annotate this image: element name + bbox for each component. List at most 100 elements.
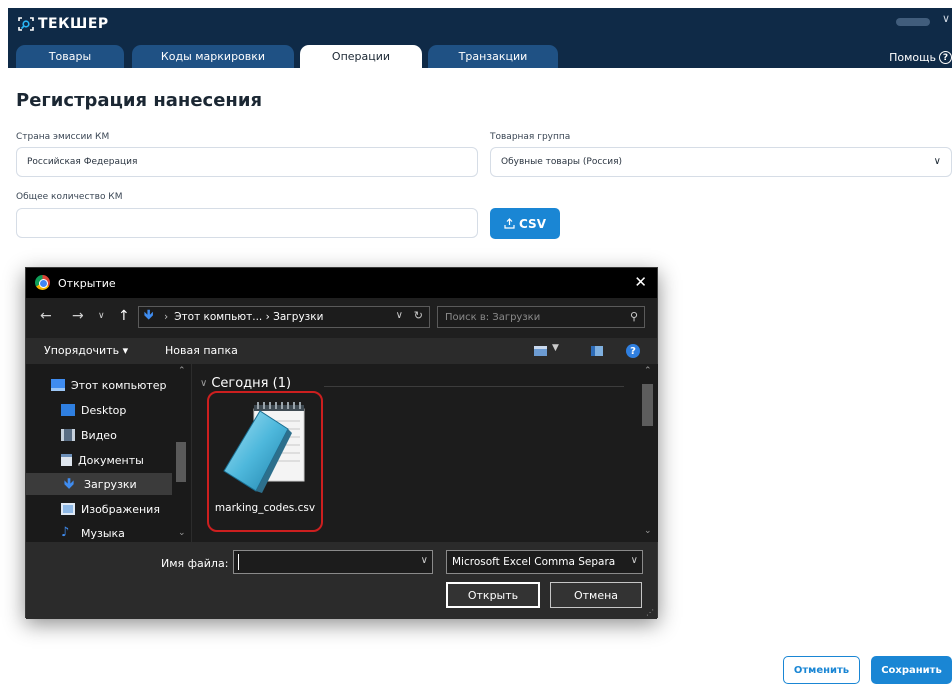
filetype-select[interactable]: Microsoft Excel Comma Separa ∨ [446, 550, 643, 574]
user-menu[interactable] [896, 18, 930, 26]
download-arrow-icon: 🡻 [144, 308, 154, 323]
scrollbar-thumb[interactable] [642, 384, 653, 426]
sidebar-item-music[interactable]: ♪ Музыка [61, 522, 125, 542]
forward-arrow-icon[interactable]: → [72, 308, 84, 324]
chevron-down-icon[interactable]: ∨ [421, 555, 428, 566]
product-group-select[interactable]: Обувные товары (Россия) ∨ [490, 147, 952, 177]
page-title: Регистрация нанесения [16, 90, 263, 111]
desktop-folder-icon [61, 404, 75, 416]
breadcrumb-separator: › [164, 311, 169, 323]
chrome-icon [35, 275, 50, 290]
file-open-dialog: Открытие ✕ ← → ∨ ↑ 🡻 › Этот компьют... ›… [25, 267, 658, 619]
chevron-down-icon: ∨ [933, 156, 941, 167]
recent-chevron-icon[interactable]: ∨ [98, 311, 105, 321]
sidebar-item-documents[interactable]: Документы [61, 449, 144, 471]
up-arrow-icon[interactable]: ↑ [118, 308, 130, 324]
help-label: Помощь [889, 51, 936, 64]
navigation-pane: Этот компьютер Desktop Видео Документы 🡻… [26, 364, 192, 542]
close-icon[interactable]: ✕ [634, 273, 647, 291]
scroll-down-icon[interactable]: ⌄ [644, 526, 652, 536]
sidebar-item-label: Документы [78, 453, 144, 467]
question-circle-icon: ? [939, 51, 952, 64]
sidebar-item-label: Desktop [81, 403, 127, 417]
notepad-file-icon [223, 402, 305, 493]
tab-transactions[interactable]: Транзакции [428, 45, 558, 68]
search-input[interactable]: Поиск в: Загрузки ⚲ [437, 306, 645, 328]
sidebar-item-label: Загрузки [84, 477, 137, 491]
logo-text: ТЕКШЕР [38, 16, 109, 32]
save-button[interactable]: Сохранить [871, 656, 952, 684]
csv-button-label: CSV [519, 216, 546, 231]
tab-label: Операции [331, 50, 391, 63]
sidebar-item-label: Этот компьютер [71, 378, 167, 392]
country-value: Российская Федерация [27, 157, 138, 167]
file-name: marking_codes.csv [214, 502, 316, 514]
filename-label: Имя файла: [161, 557, 229, 570]
dialog-toolbar: Упорядочить ▾ Новая папка ▼ ? [26, 338, 657, 364]
open-button[interactable]: Открыть [446, 582, 540, 608]
country-field[interactable]: Российская Федерация [16, 147, 478, 177]
help-icon[interactable]: ? [626, 344, 640, 358]
tab-label: Товары [48, 50, 92, 63]
tab-marking-codes[interactable]: Коды маркировки [132, 45, 294, 68]
sidebar-item-label: Музыка [81, 526, 125, 540]
sidebar-item-desktop[interactable]: Desktop [61, 399, 126, 421]
help-link[interactable]: Помощь ? [889, 51, 952, 64]
logo[interactable]: ТЕКШЕР [18, 16, 109, 32]
cancel-button[interactable]: Отменить [783, 656, 860, 684]
scroll-down-icon[interactable]: ⌄ [178, 528, 186, 538]
product-group-label: Товарная группа [490, 132, 571, 142]
view-options-icon[interactable] [534, 346, 547, 356]
files-scrollbar[interactable]: ⌃ ⌄ [638, 364, 658, 542]
quantity-label: Общее количество КМ [16, 192, 123, 202]
chevron-down-icon[interactable]: ∨ [942, 12, 950, 25]
filename-input[interactable]: ∨ [233, 550, 433, 574]
preview-pane-icon[interactable] [591, 346, 603, 356]
file-item[interactable]: marking_codes.csv [207, 391, 323, 532]
sidebar-item-this-pc[interactable]: Этот компьютер [51, 374, 167, 396]
search-placeholder: Поиск в: Загрузки [445, 311, 541, 323]
downloads-folder-icon: 🡻 [64, 476, 75, 492]
scroll-up-icon[interactable]: ⌃ [178, 366, 186, 376]
dialog-title: Открытие [58, 277, 116, 290]
logo-icon [18, 17, 34, 31]
sidebar-item-downloads[interactable]: 🡻 Загрузки [26, 473, 173, 495]
back-arrow-icon[interactable]: ← [40, 308, 52, 324]
sidebar-item-label: Видео [81, 428, 117, 442]
organize-menu[interactable]: Упорядочить ▾ [44, 344, 128, 357]
address-bar[interactable]: 🡻 › Этот компьют... › Загрузки ∨ ↻ [138, 306, 430, 328]
tab-products[interactable]: Товары [16, 45, 124, 68]
csv-upload-button[interactable]: CSV [490, 208, 560, 239]
chevron-down-icon[interactable]: ▼ [552, 343, 559, 353]
sidebar-item-video[interactable]: Видео [61, 424, 117, 446]
quantity-input[interactable] [16, 208, 478, 238]
tab-label: Коды маркировки [160, 50, 266, 63]
video-folder-icon [61, 429, 75, 441]
group-header-label: Сегодня (1) [211, 376, 292, 391]
scroll-up-icon[interactable]: ⌃ [644, 366, 652, 376]
dialog-titlebar[interactable]: Открытие ✕ [26, 268, 657, 298]
chevron-down-icon: ∨ [200, 378, 208, 389]
upload-icon [504, 218, 515, 229]
tab-label: Транзакции [458, 50, 528, 63]
group-header[interactable]: ∨ Сегодня (1) [200, 376, 291, 391]
dialog-cancel-button[interactable]: Отмена [550, 582, 642, 608]
refresh-icon[interactable]: ↻ [414, 309, 423, 322]
sidebar-item-label: Изображения [81, 502, 160, 516]
dialog-navbar: ← → ∨ ↑ 🡻 › Этот компьют... › Загрузки ∨… [26, 298, 657, 338]
pictures-folder-icon [61, 503, 75, 515]
tab-operations[interactable]: Операции [300, 45, 422, 68]
scrollbar-thumb[interactable] [176, 442, 186, 482]
breadcrumb: Этот компьют... › Загрузки [174, 311, 324, 323]
music-folder-icon: ♪ [61, 525, 70, 540]
new-folder-button[interactable]: Новая папка [165, 344, 238, 357]
chevron-down-icon[interactable]: ∨ [396, 310, 403, 321]
country-label: Страна эмиссии КМ [16, 132, 110, 142]
app-header: ТЕКШЕР ∨ Товары Коды маркировки Операции… [8, 8, 952, 68]
resize-grip-icon[interactable]: ⋰ [646, 608, 654, 617]
navigation-scrollbar[interactable]: ⌃ ⌄ [172, 364, 191, 542]
sidebar-item-pictures[interactable]: Изображения [61, 498, 160, 520]
files-pane: ∨ Сегодня (1) marking_codes.csv [192, 364, 638, 542]
computer-icon [51, 379, 65, 391]
chevron-down-icon: ∨ [630, 555, 638, 566]
